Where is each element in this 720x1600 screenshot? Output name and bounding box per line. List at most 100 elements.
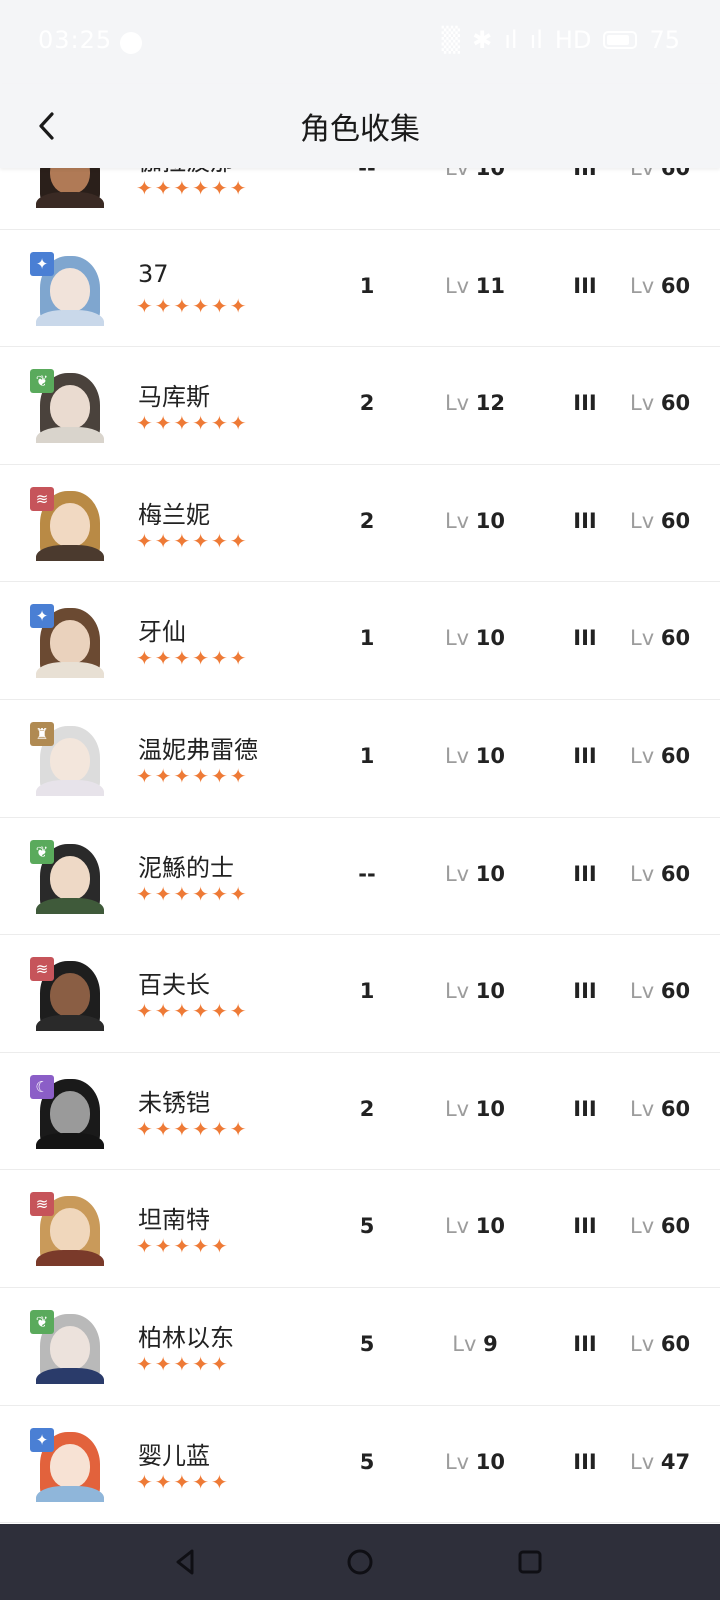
character-level: Lv 60	[630, 626, 710, 650]
level-prefix: Lv	[452, 1331, 477, 1356]
level-value: 10	[475, 626, 506, 651]
avatar-body	[36, 192, 104, 208]
character-level: Lv 60	[630, 1332, 710, 1356]
character-name: 牙仙	[138, 618, 186, 647]
rank-numeral: III	[573, 508, 597, 533]
character-list: 伽拉波那✦✦✦✦✦✦--Lv 10IIILv 60✦37✦✦✦✦✦✦1Lv 11…	[0, 112, 720, 1524]
level-prefix: Lv	[444, 1449, 470, 1474]
battery-icon	[603, 31, 638, 49]
level-value: 60	[660, 979, 691, 1004]
status-icons: ▒ ✱ ıl ıl HD 75	[442, 26, 680, 54]
character-row[interactable]: ♜ 温妮弗雷德 ✦✦✦✦✦✦ 1 Lv 10 III Lv 60	[0, 699, 720, 818]
character-avatar: ≋	[30, 957, 110, 1032]
level-value: 60	[660, 273, 691, 298]
avatar-body	[36, 662, 104, 679]
character-avatar: ❦	[30, 839, 110, 914]
character-name: 泥鯀的士	[138, 853, 234, 882]
level-prefix: Lv	[444, 743, 470, 768]
rarity-stars: ✦✦✦✦✦✦	[136, 176, 249, 200]
skill-level: Lv 12	[430, 391, 520, 415]
level-prefix: Lv	[444, 626, 470, 651]
character-avatar: ✦	[30, 1427, 110, 1502]
rarity-stars: ✦✦✦✦✦✦	[136, 293, 249, 318]
insight-count: 1	[359, 743, 375, 768]
sparkle-icon: ✦	[30, 604, 54, 629]
character-row[interactable]: ≋ 梅兰妮 ✦✦✦✦✦✦ 2 Lv 10 III Lv 60	[0, 464, 720, 583]
rarity-stars: ✦✦✦✦✦	[136, 1351, 230, 1376]
level-value: 10	[475, 743, 506, 768]
character-level: Lv 60	[630, 862, 710, 886]
app-header: 角色收集	[0, 84, 720, 168]
skill-level: Lv 11	[430, 274, 520, 298]
insight-count: 1	[359, 626, 375, 651]
skill-level: Lv 10	[430, 744, 520, 768]
avatar-body	[36, 1485, 104, 1502]
claw-icon: ≋	[30, 486, 54, 511]
character-avatar: ❦	[30, 1309, 110, 1384]
avatar-body	[36, 544, 104, 561]
insight-count: 5	[359, 1449, 375, 1474]
level-value: 60	[660, 391, 691, 416]
insight-count: 1	[359, 979, 375, 1004]
character-row[interactable]: ✦ 婴儿蓝 ✦✦✦✦✦ 5 Lv 10 III Lv 47	[0, 1405, 720, 1524]
level-value: 9	[483, 1331, 498, 1356]
level-value: 10	[475, 1449, 506, 1474]
rarity-stars: ✦✦✦✦✦✦	[136, 411, 249, 436]
character-row[interactable]: ✦ 37 ✦✦✦✦✦✦ 1 Lv 11 III Lv 60	[0, 229, 720, 348]
avatar-face	[50, 267, 90, 312]
level-prefix: Lv	[444, 979, 470, 1004]
level-value: 60	[660, 1096, 691, 1121]
nav-recents-button[interactable]	[512, 1544, 548, 1580]
rarity-stars: ✦✦✦✦✦✦	[136, 999, 249, 1024]
level-value: 10	[475, 861, 506, 886]
avatar-face	[50, 502, 90, 547]
level-prefix: Lv	[444, 508, 470, 533]
level-value: 12	[475, 391, 506, 416]
character-avatar: ≋	[30, 1192, 110, 1267]
character-level: Lv 60	[630, 391, 710, 415]
skill-level: Lv 10	[430, 1450, 520, 1474]
status-time: 03:25	[38, 26, 113, 54]
character-avatar: ☾	[30, 1074, 110, 1149]
level-prefix: Lv	[630, 1449, 655, 1474]
character-row[interactable]: ≋ 百夫长 ✦✦✦✦✦✦ 1 Lv 10 III Lv 60	[0, 935, 720, 1053]
character-avatar: ❦	[30, 369, 110, 444]
character-avatar: ♜	[30, 721, 110, 796]
claw-icon: ≋	[30, 1192, 54, 1217]
skill-level: Lv 10	[430, 862, 520, 886]
hd-icon: HD	[554, 26, 592, 54]
rank-numeral: III	[573, 743, 597, 768]
character-row[interactable]: ≋ 坦南特 ✦✦✦✦✦ 5 Lv 10 III Lv 60	[0, 1170, 720, 1288]
avatar-face	[50, 385, 90, 430]
sparkle-icon: ✦	[30, 251, 54, 276]
character-avatar: ✦	[30, 604, 110, 679]
rank-numeral: III	[573, 1214, 597, 1239]
skill-level: Lv 10	[430, 1214, 520, 1238]
character-row[interactable]: ✦ 牙仙 ✦✦✦✦✦✦ 1 Lv 10 III Lv 60	[0, 582, 720, 700]
character-row[interactable]: ❦ 泥鯀的士 ✦✦✦✦✦✦ -- Lv 10 III Lv 60	[0, 817, 720, 936]
level-prefix: Lv	[630, 743, 655, 768]
avatar-face	[50, 737, 90, 782]
bluetooth-icon: ✱	[472, 26, 493, 54]
character-name: 梅兰妮	[138, 500, 210, 529]
level-prefix: Lv	[630, 979, 655, 1004]
nav-home-button[interactable]	[342, 1544, 378, 1580]
nav-back-button[interactable]	[168, 1544, 204, 1580]
nfc-icon: ▒	[441, 26, 461, 54]
level-prefix: Lv	[630, 861, 655, 886]
level-prefix: Lv	[630, 508, 655, 533]
avatar-face	[50, 1443, 90, 1488]
character-name: 坦南特	[138, 1206, 210, 1235]
rarity-stars: ✦✦✦✦✦✦	[136, 646, 249, 671]
character-row[interactable]: ❦ 柏林以东 ✦✦✦✦✦ 5 Lv 9 III Lv 60	[0, 1287, 720, 1406]
level-value: 60	[660, 743, 691, 768]
character-name: 百夫长	[138, 971, 210, 1000]
character-name: 婴儿蓝	[138, 1441, 210, 1470]
character-row[interactable]: ☾ 未锈铠 ✦✦✦✦✦✦ 2 Lv 10 III Lv 60	[0, 1052, 720, 1171]
rarity-stars: ✦✦✦✦✦✦	[136, 763, 249, 788]
character-name: 柏林以东	[138, 1323, 234, 1352]
level-prefix: Lv	[630, 1214, 655, 1239]
character-row[interactable]: ❦ 马库斯 ✦✦✦✦✦✦ 2 Lv 12 III Lv 60	[0, 347, 720, 465]
character-name: 马库斯	[138, 383, 210, 412]
square-recents-icon	[518, 1550, 542, 1574]
